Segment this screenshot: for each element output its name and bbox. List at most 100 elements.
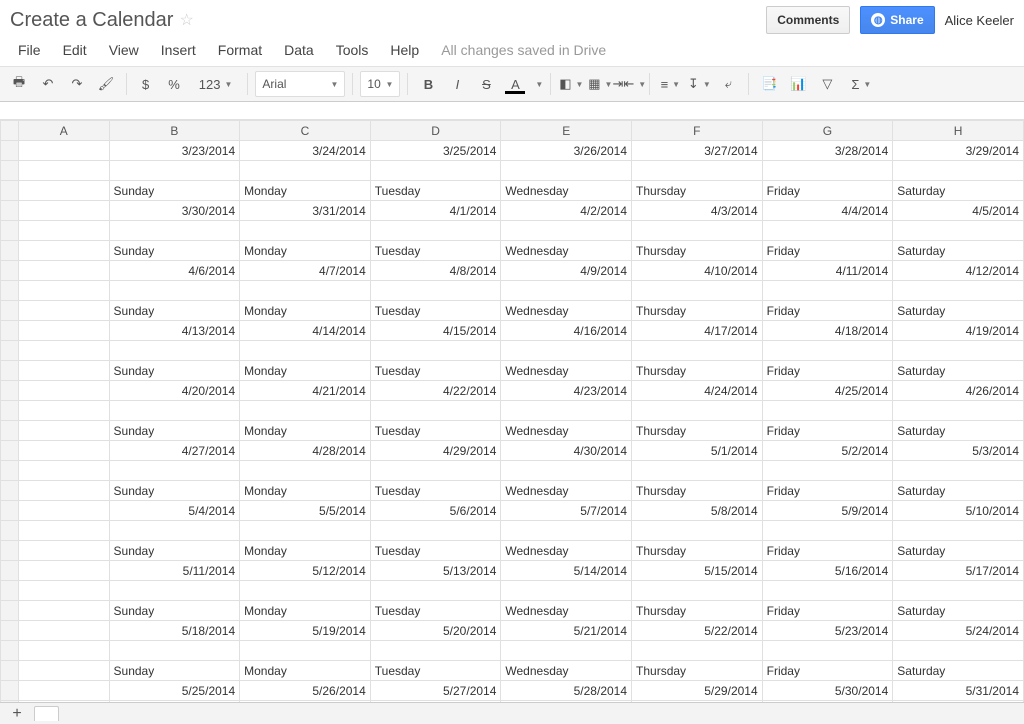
row-header[interactable] bbox=[1, 421, 19, 441]
cell[interactable]: 5/4/2014 bbox=[109, 501, 240, 521]
menu-file[interactable]: File bbox=[8, 38, 51, 62]
cell[interactable]: 5/10/2014 bbox=[893, 501, 1024, 521]
cell[interactable] bbox=[109, 161, 240, 181]
cell[interactable] bbox=[19, 541, 109, 561]
cell[interactable] bbox=[370, 461, 501, 481]
row-header[interactable] bbox=[1, 141, 19, 161]
h-align-icon[interactable]: ≡▼ bbox=[657, 71, 683, 97]
cell[interactable]: Monday bbox=[240, 541, 371, 561]
cell[interactable]: Thursday bbox=[632, 481, 763, 501]
cell[interactable] bbox=[762, 581, 893, 601]
cell[interactable] bbox=[370, 221, 501, 241]
cell[interactable]: 5/22/2014 bbox=[632, 621, 763, 641]
cell[interactable]: 5/29/2014 bbox=[632, 681, 763, 701]
cell[interactable]: Wednesday bbox=[501, 301, 632, 321]
cell[interactable] bbox=[109, 401, 240, 421]
cell[interactable]: Sunday bbox=[109, 361, 240, 381]
cell[interactable] bbox=[893, 341, 1024, 361]
cell[interactable]: Monday bbox=[240, 361, 371, 381]
cell[interactable]: Tuesday bbox=[370, 541, 501, 561]
cell[interactable]: Saturday bbox=[893, 601, 1024, 621]
cell[interactable] bbox=[501, 281, 632, 301]
cell[interactable]: Sunday bbox=[109, 541, 240, 561]
cell[interactable]: 4/16/2014 bbox=[501, 321, 632, 341]
cell[interactable]: Tuesday bbox=[370, 361, 501, 381]
cell[interactable]: Saturday bbox=[893, 541, 1024, 561]
cell[interactable]: 5/14/2014 bbox=[501, 561, 632, 581]
print-icon[interactable]: 🖶 bbox=[6, 71, 32, 97]
cell[interactable] bbox=[19, 161, 109, 181]
corner-cell[interactable] bbox=[1, 121, 19, 141]
cell[interactable]: 3/24/2014 bbox=[240, 141, 371, 161]
row-header[interactable] bbox=[1, 321, 19, 341]
cell[interactable]: Monday bbox=[240, 421, 371, 441]
add-sheet-button[interactable]: + bbox=[6, 705, 28, 723]
functions-button[interactable]: Σ▼ bbox=[843, 71, 879, 97]
cell[interactable]: Monday bbox=[240, 181, 371, 201]
cell[interactable]: 4/25/2014 bbox=[762, 381, 893, 401]
cell[interactable] bbox=[19, 281, 109, 301]
cell[interactable] bbox=[893, 641, 1024, 661]
cell[interactable] bbox=[762, 341, 893, 361]
cell[interactable]: Wednesday bbox=[501, 181, 632, 201]
cell[interactable]: Tuesday bbox=[370, 301, 501, 321]
cell[interactable] bbox=[501, 161, 632, 181]
cell[interactable] bbox=[893, 521, 1024, 541]
row-header[interactable] bbox=[1, 641, 19, 661]
cell[interactable] bbox=[19, 621, 109, 641]
insert-link-icon[interactable]: 📑 bbox=[756, 71, 782, 97]
cell[interactable] bbox=[240, 521, 371, 541]
cell[interactable] bbox=[632, 641, 763, 661]
row-header[interactable] bbox=[1, 341, 19, 361]
cell[interactable]: 4/9/2014 bbox=[501, 261, 632, 281]
cell[interactable] bbox=[762, 521, 893, 541]
cell[interactable]: 5/6/2014 bbox=[370, 501, 501, 521]
cell[interactable]: 4/24/2014 bbox=[632, 381, 763, 401]
column-header-F[interactable]: F bbox=[632, 121, 763, 141]
cell[interactable] bbox=[19, 601, 109, 621]
borders-icon[interactable]: ▦▼ bbox=[587, 71, 613, 97]
user-name[interactable]: Alice Keeler bbox=[945, 13, 1014, 28]
cell[interactable] bbox=[762, 161, 893, 181]
menu-view[interactable]: View bbox=[99, 38, 149, 62]
cell[interactable] bbox=[762, 641, 893, 661]
cell[interactable]: Thursday bbox=[632, 541, 763, 561]
row-header[interactable] bbox=[1, 621, 19, 641]
cell[interactable]: Sunday bbox=[109, 601, 240, 621]
cell[interactable] bbox=[370, 521, 501, 541]
cell[interactable] bbox=[19, 261, 109, 281]
row-header[interactable] bbox=[1, 161, 19, 181]
cell[interactable]: Friday bbox=[762, 361, 893, 381]
cell[interactable] bbox=[762, 401, 893, 421]
cell[interactable]: 5/18/2014 bbox=[109, 621, 240, 641]
cell[interactable]: 4/23/2014 bbox=[501, 381, 632, 401]
doc-title[interactable]: Create a Calendar bbox=[10, 9, 173, 32]
cell[interactable] bbox=[632, 461, 763, 481]
italic-button[interactable]: I bbox=[444, 71, 470, 97]
cell[interactable]: Friday bbox=[762, 541, 893, 561]
cell[interactable] bbox=[19, 441, 109, 461]
cell[interactable]: Monday bbox=[240, 481, 371, 501]
cell[interactable]: 4/20/2014 bbox=[109, 381, 240, 401]
cell[interactable]: 4/2/2014 bbox=[501, 201, 632, 221]
cell[interactable]: 3/25/2014 bbox=[370, 141, 501, 161]
merge-cells-icon[interactable]: ⇥⇤▼ bbox=[616, 71, 642, 97]
cell[interactable] bbox=[19, 481, 109, 501]
cell[interactable] bbox=[19, 181, 109, 201]
cell[interactable] bbox=[19, 521, 109, 541]
cell[interactable]: 5/8/2014 bbox=[632, 501, 763, 521]
row-header[interactable] bbox=[1, 221, 19, 241]
cell[interactable]: 5/17/2014 bbox=[893, 561, 1024, 581]
cell[interactable]: Saturday bbox=[893, 241, 1024, 261]
cell[interactable]: Saturday bbox=[893, 481, 1024, 501]
cell[interactable]: Tuesday bbox=[370, 601, 501, 621]
cell[interactable] bbox=[19, 661, 109, 681]
cell[interactable] bbox=[19, 401, 109, 421]
cell[interactable]: Wednesday bbox=[501, 481, 632, 501]
cell[interactable]: 4/22/2014 bbox=[370, 381, 501, 401]
column-header-H[interactable]: H bbox=[893, 121, 1024, 141]
row-header[interactable] bbox=[1, 301, 19, 321]
share-button[interactable]: ◍ Share bbox=[860, 6, 934, 34]
cell[interactable]: 5/31/2014 bbox=[893, 681, 1024, 701]
font-size-select[interactable]: 10▼ bbox=[360, 71, 400, 97]
